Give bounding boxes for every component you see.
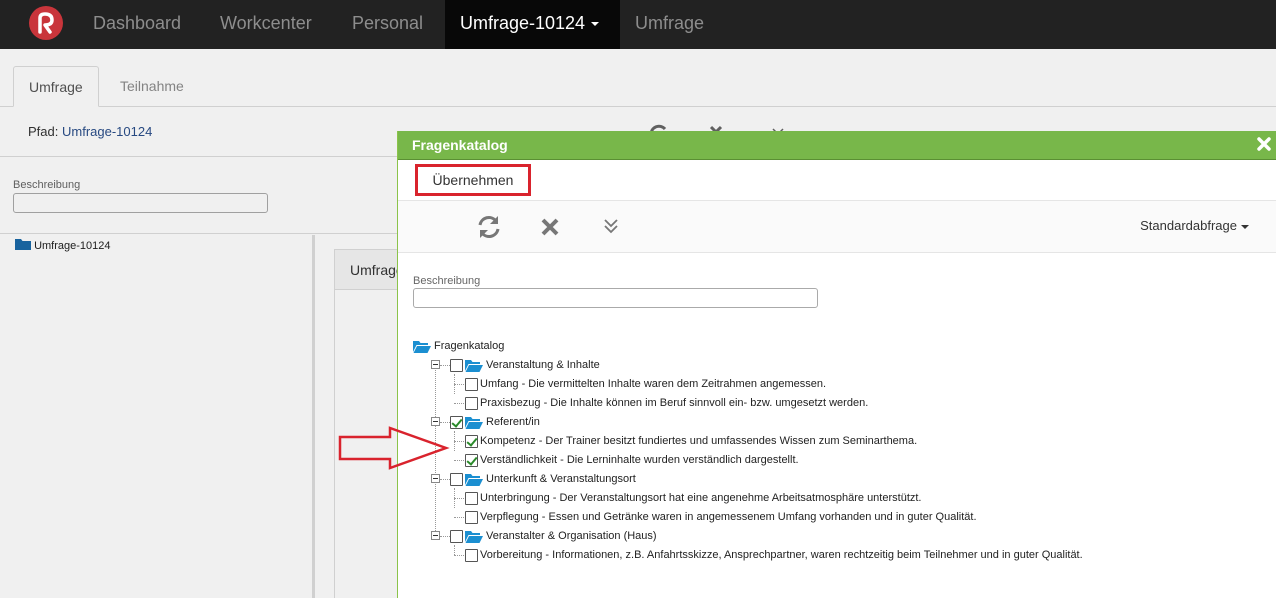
group-checkbox[interactable]	[450, 529, 463, 543]
item-checkbox[interactable]	[465, 548, 478, 562]
tree-connector	[440, 422, 450, 423]
tree-connector	[440, 536, 450, 537]
tree-group-veranstalter[interactable]: Veranstalter & Organisation (Haus)	[450, 527, 657, 545]
group-checkbox[interactable]	[450, 415, 463, 429]
item-checkbox[interactable]	[465, 434, 478, 448]
item-checkbox[interactable]	[465, 377, 478, 391]
collapse-toggle-icon[interactable]	[431, 417, 440, 426]
tree-item-praxisbezug[interactable]: Praxisbezug - Die Inhalte können im Beru…	[465, 394, 868, 412]
tree-connector	[454, 460, 464, 461]
item-checkbox[interactable]	[465, 396, 478, 410]
tree-connector	[454, 545, 455, 555]
tree-connector	[454, 441, 464, 442]
tree-connector	[454, 498, 464, 499]
nav-umfrage[interactable]: Umfrage	[635, 0, 704, 49]
tree-item-umfang[interactable]: Umfang - Die vermittelten Inhalte waren …	[465, 375, 826, 393]
nav-dashboard[interactable]: Dashboard	[93, 0, 181, 49]
tree-label: Vorbereitung - Informationen, z.B. Anfah…	[480, 549, 1083, 561]
folder-open-icon	[465, 359, 483, 372]
tree-group-unterkunft[interactable]: Unterkunft & Veranstaltungsort	[450, 470, 636, 488]
tree-root-fragenkatalog[interactable]: Fragenkatalog	[413, 337, 504, 355]
tree-label: Veranstaltung & Inhalte	[486, 359, 600, 371]
tree-item-verpflegung[interactable]: Verpflegung - Essen und Getränke waren i…	[465, 508, 977, 526]
app-logo[interactable]	[29, 6, 63, 40]
annotation-arrow-icon	[338, 426, 450, 475]
folder-open-icon	[413, 340, 431, 353]
tree-label: Veranstalter & Organisation (Haus)	[486, 530, 657, 542]
item-checkbox[interactable]	[465, 453, 478, 467]
tree-group-referent[interactable]: Referent/in	[450, 413, 540, 431]
tree-label: Kompetenz - Der Trainer besitzt fundiert…	[480, 435, 918, 447]
question-catalog-tree: Fragenkatalog Veranstaltung & Inhalte Um…	[398, 131, 1276, 598]
tree-connector	[454, 555, 464, 556]
collapse-toggle-icon[interactable]	[431, 531, 440, 540]
folder-open-icon	[465, 530, 483, 543]
collapse-toggle-icon[interactable]	[431, 474, 440, 483]
group-checkbox[interactable]	[450, 358, 463, 372]
tree-item-unterbringung[interactable]: Unterbringung - Der Veranstaltungsort ha…	[465, 489, 921, 507]
top-navbar: Dashboard Workcenter Personal Umfrage-10…	[0, 0, 1276, 49]
tree-label: Verständlichkeit - Die Lerninhalte wurde…	[480, 454, 799, 466]
tree-group-veranstaltung[interactable]: Veranstaltung & Inhalte	[450, 356, 600, 374]
tree-item-kompetenz[interactable]: Kompetenz - Der Trainer besitzt fundiert…	[465, 432, 917, 450]
chevron-down-icon	[591, 22, 600, 27]
collapse-toggle-icon[interactable]	[431, 360, 440, 369]
tree-label: Verpflegung - Essen und Getränke waren i…	[480, 511, 977, 523]
tree-item-verstaendlichkeit[interactable]: Verständlichkeit - Die Lerninhalte wurde…	[465, 451, 799, 469]
folder-open-icon	[465, 416, 483, 429]
tree-label: Unterbringung - Der Veranstaltungsort ha…	[480, 492, 922, 504]
tree-connector	[454, 403, 464, 404]
nav-umfrage-10124-dropdown[interactable]: Umfrage-10124	[445, 0, 620, 49]
item-checkbox[interactable]	[465, 510, 478, 524]
tree-label: Praxisbezug - Die Inhalte können im Beru…	[480, 397, 869, 409]
tree-label: Fragenkatalog	[434, 340, 505, 352]
tree-item-vorbereitung[interactable]: Vorbereitung - Informationen, z.B. Anfah…	[465, 546, 1083, 564]
tree-connector	[440, 365, 450, 366]
tree-connector	[440, 479, 450, 480]
nav-workcenter[interactable]: Workcenter	[220, 0, 312, 49]
tree-label: Umfang - Die vermittelten Inhalte waren …	[480, 378, 827, 390]
tree-connector	[454, 384, 464, 385]
tree-label: Referent/in	[486, 416, 540, 428]
item-checkbox[interactable]	[465, 491, 478, 505]
nav-active-label: Umfrage-10124	[460, 13, 586, 33]
nav-personal[interactable]: Personal	[352, 0, 423, 49]
fragenkatalog-dialog: Fragenkatalog Übernehmen Standardabfrage…	[397, 131, 1276, 598]
tree-label: Unterkunft & Veranstaltungsort	[486, 473, 636, 485]
folder-open-icon	[465, 473, 483, 486]
group-checkbox[interactable]	[450, 472, 463, 486]
tree-connector	[454, 517, 464, 518]
